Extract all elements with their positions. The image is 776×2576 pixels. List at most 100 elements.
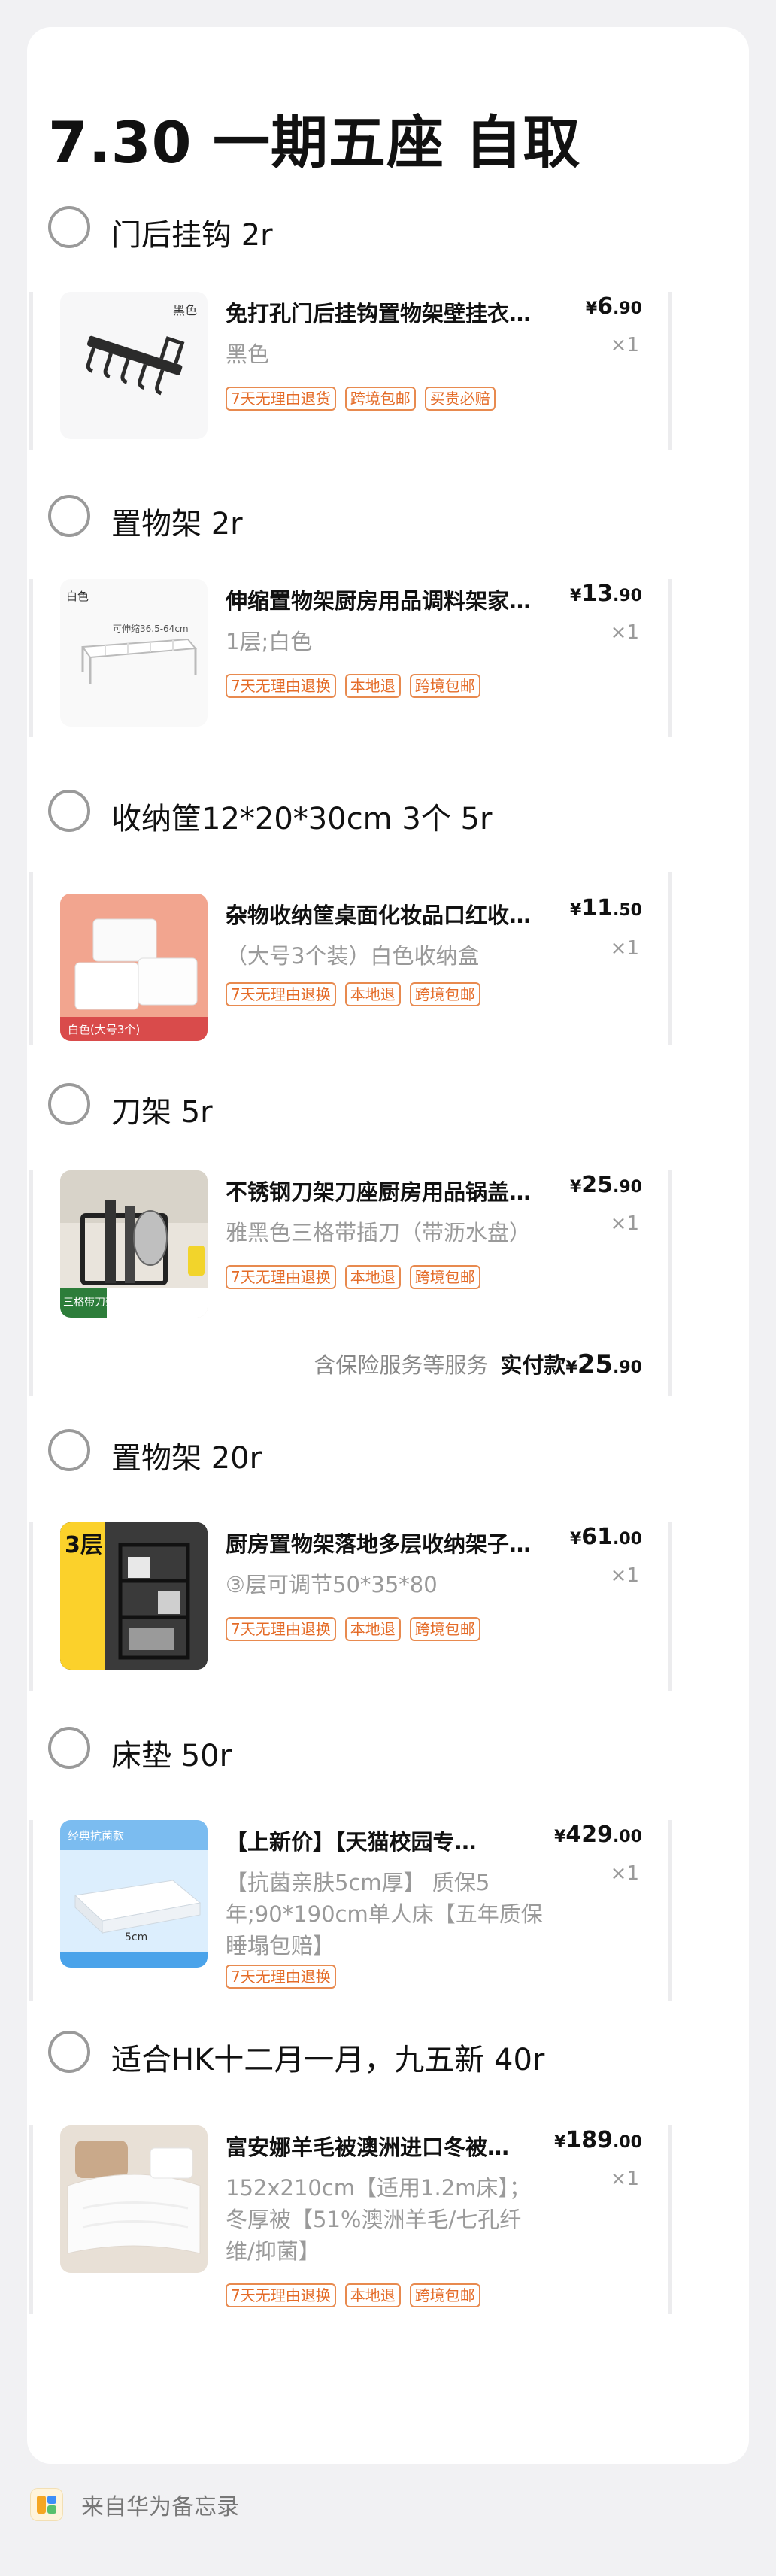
product-quantity: ×1 bbox=[610, 1564, 639, 1587]
product-thumbnail: 白色 可伸缩36.5-64cm bbox=[60, 579, 208, 727]
product-spec: （大号3个装）白色收纳盒 bbox=[226, 943, 480, 969]
checklist-item: 床垫 50r bbox=[48, 1727, 710, 1775]
service-tag: 7天无理由退货 bbox=[226, 387, 336, 411]
product-card[interactable]: 富安娜羊毛被澳洲进口冬被… 152x210cm【适用1.2m床】；冬厚被【51%… bbox=[29, 2125, 672, 2314]
note-title: 7.30 一期五座 自取 bbox=[48, 109, 581, 176]
product-name[interactable]: 【上新价】【天猫校园专… bbox=[226, 1825, 534, 1856]
service-tag: 7天无理由退换 bbox=[226, 1965, 336, 1989]
product-card[interactable]: 经典抗菌款 5cm 【上新价】【天猫校园专… 【抗菌亲肤5cm厚】 质保5年;9… bbox=[29, 1820, 672, 2001]
image-caption: 白色(大号3个) bbox=[68, 1023, 140, 1036]
service-tag: 跨境包邮 bbox=[409, 1617, 480, 1641]
door-hook-image-icon: 黑色 bbox=[86, 303, 197, 396]
product-spec: 1层;白色 bbox=[226, 629, 313, 654]
checkbox-circle-icon[interactable] bbox=[48, 206, 90, 248]
product-tags: 7天无理由退换 本地退 跨境包邮 bbox=[226, 1265, 480, 1289]
checklist-item: 置物架 2r bbox=[48, 495, 710, 543]
checkbox-circle-icon[interactable] bbox=[48, 1429, 90, 1471]
product-card[interactable]: 白色(大号3个) 杂物收纳筐桌面化妆品口红收… （大号3个装）白色收纳盒 ¥11… bbox=[29, 872, 672, 1045]
checklist-item-label[interactable]: 床垫 50r bbox=[111, 1731, 232, 1775]
checklist-item-label[interactable]: 门后挂钩 2r bbox=[111, 211, 273, 254]
checklist-item-label[interactable]: 收纳筐12*20*30cm 3个 5r bbox=[111, 794, 492, 838]
product-tags: 7天无理由退换 bbox=[226, 1965, 336, 1989]
checklist-item-label[interactable]: 适合HK十二月一月，九五新 40r bbox=[111, 2035, 544, 2079]
product-price: ¥25.90 bbox=[569, 1172, 642, 1198]
product-card[interactable]: 三格带刀架 不锈钢刀架刀座厨房用品锅盖… 雅黑色三格带插刀（带沥水盘） ¥25.… bbox=[29, 1170, 672, 1396]
product-price: ¥11.50 bbox=[569, 895, 642, 921]
image-caption: 经典抗菌款 bbox=[68, 1829, 124, 1843]
checklist-item: 门后挂钩 2r bbox=[48, 206, 710, 254]
knife-rack-image-icon: 三格带刀架 bbox=[60, 1170, 208, 1318]
checklist-section: 刀架 5r bbox=[48, 1083, 710, 1131]
image-caption: 白色 bbox=[66, 590, 89, 603]
product-thumbnail: 3层 bbox=[60, 1522, 208, 1670]
product-quantity: ×1 bbox=[610, 621, 639, 644]
product-tags: 7天无理由退换 本地退 跨境包邮 bbox=[226, 1617, 480, 1641]
service-tag: 跨境包邮 bbox=[409, 2283, 480, 2307]
service-tag: 本地退 bbox=[344, 1265, 401, 1289]
checkbox-circle-icon[interactable] bbox=[48, 1727, 90, 1769]
product-name[interactable]: 伸缩置物架厨房用品调料架家… bbox=[226, 584, 541, 615]
duvet-image-icon bbox=[60, 2125, 208, 2273]
service-tag: 本地退 bbox=[344, 982, 401, 1006]
checklist-item-label[interactable]: 置物架 2r bbox=[111, 499, 243, 543]
product-name[interactable]: 免打孔门后挂钩置物架壁挂衣… bbox=[226, 296, 541, 328]
product-name[interactable]: 杂物收纳筐桌面化妆品口红收… bbox=[226, 898, 541, 930]
service-tag: 7天无理由退换 bbox=[226, 1265, 336, 1289]
checklist-item: 置物架 20r bbox=[48, 1429, 710, 1477]
product-thumbnail: 黑色 bbox=[60, 292, 208, 439]
product-thumbnail: 经典抗菌款 5cm bbox=[60, 1820, 208, 1968]
product-name[interactable]: 富安娜羊毛被澳洲进口冬被… bbox=[226, 2130, 534, 2162]
product-price: ¥189.00 bbox=[554, 2127, 642, 2153]
service-tag: 跨境包邮 bbox=[409, 982, 480, 1006]
service-tag: 跨境包邮 bbox=[344, 387, 416, 411]
product-spec: ③层可调节50*35*80 bbox=[226, 1572, 438, 1597]
service-tag: 7天无理由退换 bbox=[226, 2283, 336, 2307]
order-total: 含保险服务等服务 实付款¥25.90 bbox=[314, 1349, 642, 1379]
product-card[interactable]: 黑色 免打孔门后挂钩置物架壁挂衣… 黑色 ¥6.90 ×1 7天无理由退货 跨境… bbox=[29, 292, 672, 450]
product-quantity: ×1 bbox=[610, 937, 639, 960]
storage-basket-image-icon: 白色(大号3个) bbox=[60, 894, 208, 1041]
product-spec: 黑色 bbox=[226, 341, 270, 367]
checkbox-circle-icon[interactable] bbox=[48, 1083, 90, 1125]
image-note: 5cm bbox=[125, 1931, 147, 1943]
checklist-item: 收纳筐12*20*30cm 3个 5r bbox=[48, 790, 710, 838]
product-spec: 雅黑色三格带插刀（带沥水盘） bbox=[226, 1220, 532, 1246]
image-caption: 3层 bbox=[65, 1532, 103, 1558]
checklist-item: 刀架 5r bbox=[48, 1083, 710, 1131]
service-tag: 本地退 bbox=[344, 674, 401, 698]
service-tag: 跨境包邮 bbox=[409, 674, 480, 698]
product-spec: 【抗菌亲肤5cm厚】 质保5年;90*190cm单人床【五年质保 睡塌包赔】 bbox=[226, 1870, 543, 1959]
service-tag: 7天无理由退换 bbox=[226, 982, 336, 1006]
checkbox-circle-icon[interactable] bbox=[48, 790, 90, 832]
checkbox-circle-icon[interactable] bbox=[48, 2031, 90, 2073]
service-tag: 本地退 bbox=[344, 1617, 401, 1641]
service-tag: 本地退 bbox=[344, 2283, 401, 2307]
product-tags: 7天无理由退换 本地退 跨境包邮 bbox=[226, 982, 480, 1006]
checklist-section: 收纳筐12*20*30cm 3个 5r bbox=[48, 790, 710, 838]
service-note: 含保险服务等服务 bbox=[314, 1352, 489, 1378]
checkbox-circle-icon[interactable] bbox=[48, 495, 90, 537]
image-caption: 黑色 bbox=[173, 303, 197, 317]
service-tag: 跨境包邮 bbox=[409, 1265, 480, 1289]
product-price: ¥429.00 bbox=[554, 1822, 642, 1848]
checklist-section: 适合HK十二月一月，九五新 40r bbox=[48, 2031, 710, 2079]
checklist-section: 置物架 20r bbox=[48, 1429, 710, 1477]
product-thumbnail bbox=[60, 2125, 208, 2273]
product-tags: 7天无理由退货 跨境包邮 买贵必赔 bbox=[226, 387, 496, 411]
product-price: ¥13.90 bbox=[569, 581, 642, 607]
checklist-item-label[interactable]: 刀架 5r bbox=[111, 1088, 213, 1131]
product-quantity: ×1 bbox=[610, 334, 639, 357]
service-tag: 买贵必赔 bbox=[424, 387, 496, 411]
product-price: ¥61.00 bbox=[569, 1524, 642, 1550]
product-price: ¥6.90 bbox=[585, 293, 642, 320]
product-name[interactable]: 厨房置物架落地多层收纳架子… bbox=[226, 1527, 541, 1558]
checklist-item: 适合HK十二月一月，九五新 40r bbox=[48, 2031, 710, 2079]
product-card[interactable]: 白色 可伸缩36.5-64cm 伸缩置物架厨房用品调料架家… 1层;白色 ¥13… bbox=[29, 579, 672, 737]
product-name[interactable]: 不锈钢刀架刀座厨房用品锅盖… bbox=[226, 1175, 541, 1206]
checklist-item-label[interactable]: 置物架 20r bbox=[111, 1434, 262, 1477]
total-label: 实付款 bbox=[500, 1352, 566, 1378]
product-quantity: ×1 bbox=[610, 1862, 639, 1885]
product-card[interactable]: 3层 厨房置物架落地多层收纳架子… ③层可调节50*35*80 ¥61.00 ×… bbox=[29, 1522, 672, 1691]
checklist-section: 门后挂钩 2r bbox=[48, 206, 710, 254]
note-source-footer: 来自华为备忘录 bbox=[30, 2482, 239, 2527]
